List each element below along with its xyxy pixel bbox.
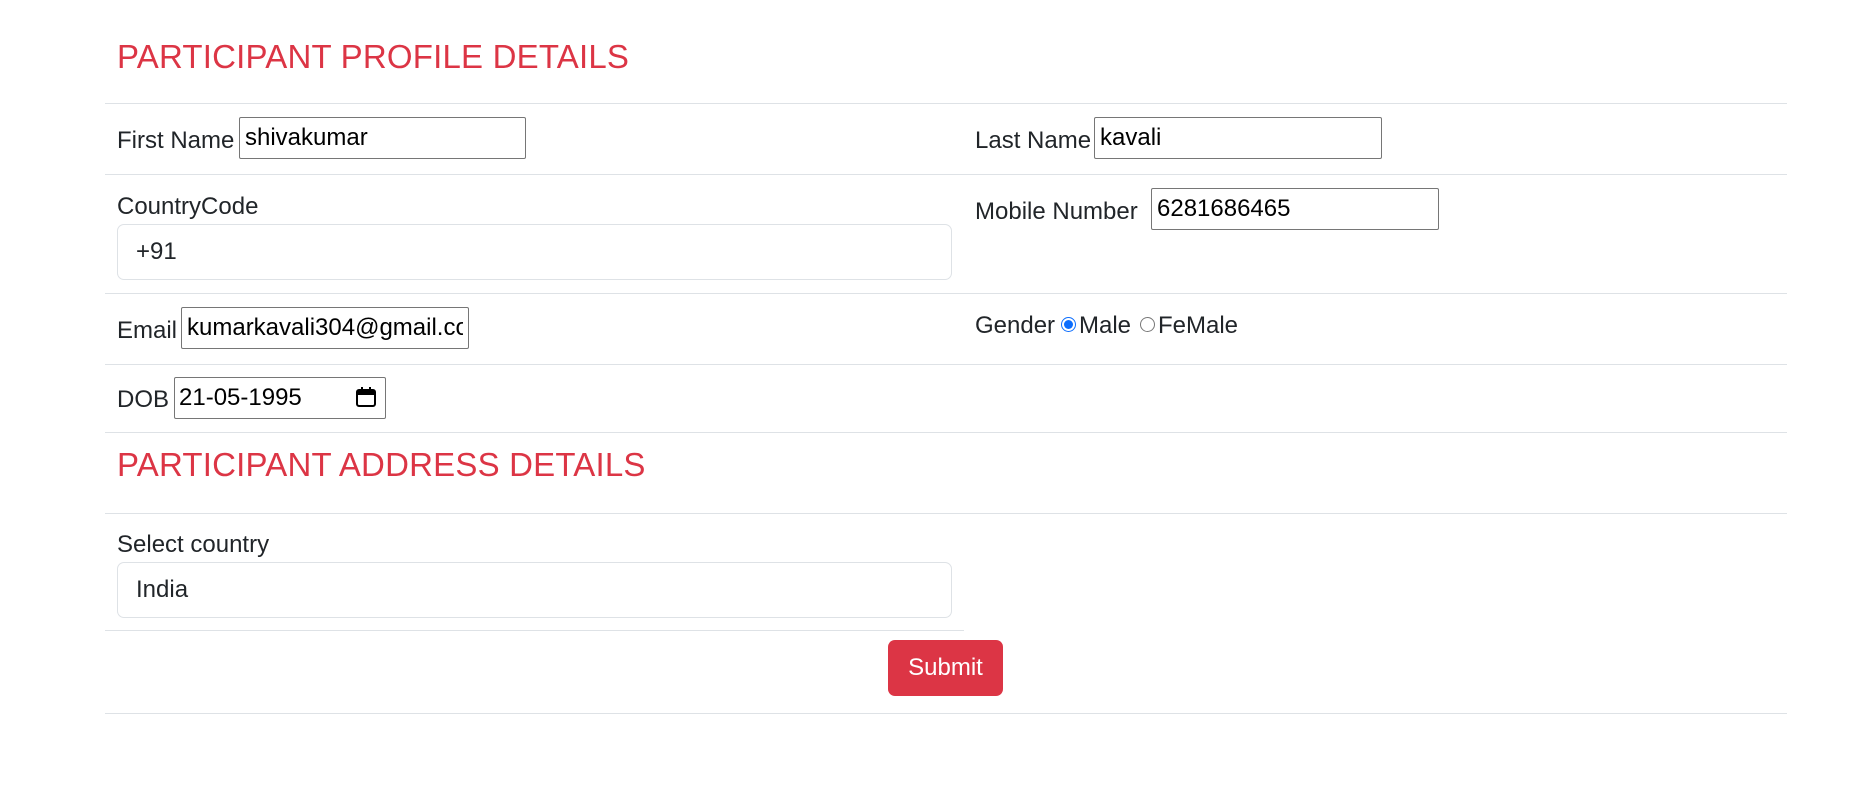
page: PARTICIPANT PROFILE DETAILS First Name L…	[0, 0, 1861, 805]
divider	[105, 364, 1787, 365]
dob-label: DOB	[117, 386, 170, 413]
divider	[105, 293, 1787, 294]
submit-button[interactable]: Submit	[888, 640, 1003, 696]
email-label: Email	[117, 317, 178, 344]
profile-section-title: PARTICIPANT PROFILE DETAILS	[117, 38, 630, 75]
calendar-icon[interactable]	[355, 386, 377, 408]
gender-female-radio[interactable]	[1140, 317, 1155, 332]
last-name-label: Last Name	[975, 127, 1092, 154]
gender-male-label: Male	[1079, 312, 1132, 339]
email-input[interactable]	[181, 307, 469, 349]
gender-male-radio[interactable]	[1061, 317, 1076, 332]
divider	[105, 630, 964, 631]
first-name-label: First Name	[117, 127, 235, 154]
gender-female-label: FeMale	[1158, 312, 1239, 339]
gender-label: Gender	[975, 312, 1056, 339]
address-section-title: PARTICIPANT ADDRESS DETAILS	[117, 446, 646, 483]
mobile-number-label: Mobile Number	[975, 198, 1138, 225]
country-select[interactable]	[117, 562, 952, 618]
last-name-input[interactable]	[1094, 117, 1382, 159]
divider	[105, 432, 1787, 433]
first-name-input[interactable]	[239, 117, 526, 159]
dob-value: 21-05-1995	[179, 384, 302, 411]
country-code-label: CountryCode	[117, 193, 259, 220]
country-code-input[interactable]	[117, 224, 952, 280]
divider	[105, 713, 1787, 714]
select-country-label: Select country	[117, 531, 270, 558]
divider	[105, 513, 1787, 514]
divider	[105, 103, 1787, 104]
divider	[105, 174, 1787, 175]
dob-date-input[interactable]: 21-05-1995	[174, 377, 386, 419]
mobile-number-input[interactable]	[1151, 188, 1439, 230]
